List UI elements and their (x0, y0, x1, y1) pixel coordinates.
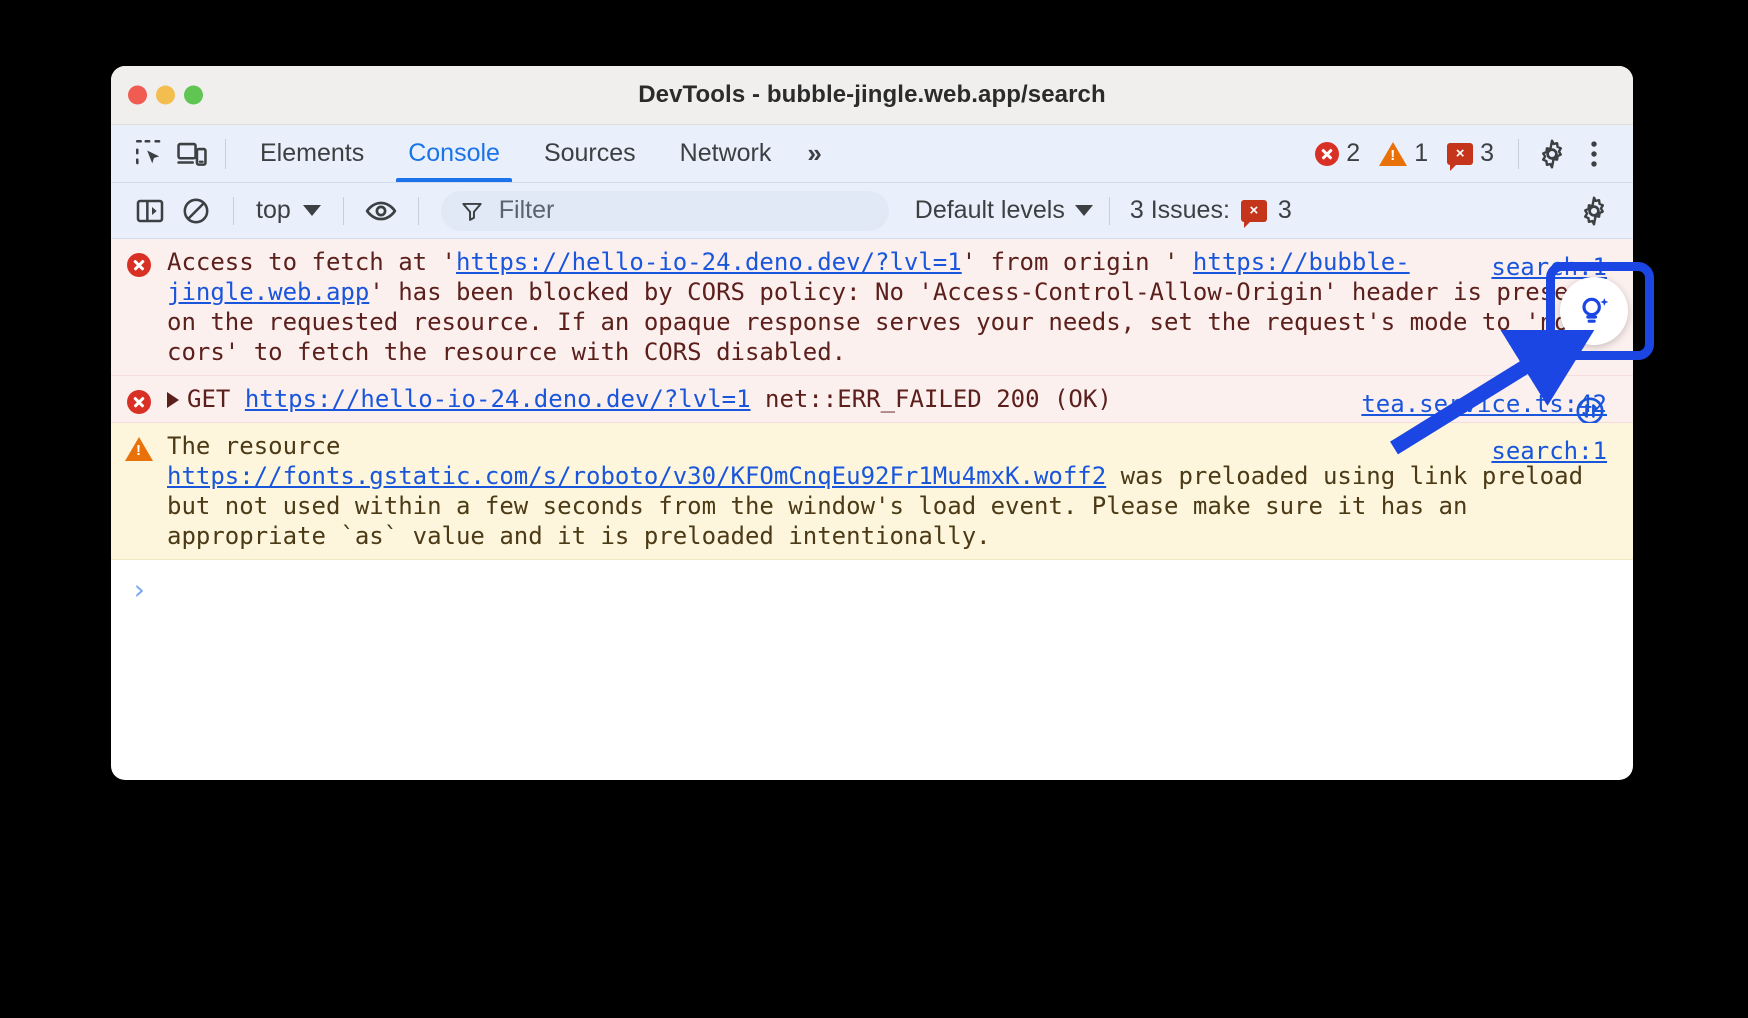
console-message-text: Access to fetch at 'https://hello-io-24.… (167, 247, 1633, 367)
console-toolbar-divider-2 (343, 197, 344, 225)
tab-network[interactable]: Network (658, 125, 794, 182)
tab-sources-label: Sources (544, 139, 636, 168)
console-message-text-3: The resource https://fonts.gstatic.com/s… (167, 431, 1633, 551)
issues-button-count: 3 (1278, 196, 1292, 225)
disclosure-triangle-icon[interactable] (167, 392, 179, 408)
tabbar-divider (225, 139, 226, 169)
console-message-get-failed[interactable]: GET https://hello-io-24.deno.dev/?lvl=1 … (111, 376, 1633, 423)
error-icon-wrap (111, 247, 167, 367)
device-toolbar-icon[interactable] (171, 133, 213, 175)
issue-badge-icon-toolbar: × (1241, 200, 1267, 222)
screenshot-stage: DevTools - bubble-jingle.web.app/search (0, 0, 1748, 1018)
msg2-source-link[interactable]: tea.service.ts:42 (1361, 390, 1607, 418)
tab-console[interactable]: Console (386, 125, 522, 182)
execution-context-selector[interactable]: top (250, 196, 327, 225)
error-circle-icon (1315, 142, 1339, 166)
msg1-text-mid: ' from origin ' (962, 248, 1179, 276)
tab-network-label: Network (680, 139, 772, 168)
issues-button-label: 3 Issues: (1130, 196, 1230, 225)
chevron-down-icon (303, 205, 321, 216)
minimize-window-button[interactable] (156, 86, 175, 105)
console-sidebar-icon[interactable] (129, 190, 171, 232)
chevron-down-icon-levels (1075, 205, 1093, 216)
msg3-source-link[interactable]: search:1 (1491, 437, 1607, 465)
maximize-window-button[interactable] (184, 86, 203, 105)
msg3-link-font-url[interactable]: https://fonts.gstatic.com/s/roboto/v30/K… (167, 462, 1106, 490)
log-level-selector[interactable]: Default levels (915, 196, 1093, 225)
error-circle-icon (127, 253, 151, 277)
window-title: DevTools - bubble-jingle.web.app/search (111, 81, 1633, 109)
tab-elements-label: Elements (260, 139, 364, 168)
tab-sources[interactable]: Sources (522, 125, 658, 182)
console-toolbar-divider-4 (1109, 197, 1110, 225)
warning-counter[interactable]: 1 (1379, 139, 1428, 168)
console-message-cors-error[interactable]: Access to fetch at 'https://hello-io-24.… (111, 239, 1633, 376)
error-counter[interactable]: 2 (1315, 139, 1360, 168)
error-count: 2 (1346, 139, 1360, 168)
console-message-list[interactable]: Access to fetch at 'https://hello-io-24.… (111, 239, 1633, 725)
console-message-preload-warning[interactable]: The resource https://fonts.gstatic.com/s… (111, 423, 1633, 560)
window-traffic-lights (128, 86, 203, 105)
msg1-link-request-url[interactable]: https://hello-io-24.deno.dev/?lvl=1 (456, 248, 962, 276)
panel-tabs: Elements Console Sources Network » (238, 125, 833, 182)
console-toolbar-divider-3 (418, 197, 419, 225)
msg1-text-before: Access to fetch at ' (167, 248, 456, 276)
error-circle-icon (127, 390, 151, 414)
warning-triangle-icon (1379, 142, 1407, 166)
issues-button[interactable]: 3 Issues: × 3 (1130, 196, 1292, 225)
devtools-tabbar: Elements Console Sources Network » 2 (111, 125, 1633, 183)
msg1-text-after: ' has been blocked by CORS policy: No 'A… (167, 278, 1612, 366)
console-toolbar-divider-1 (233, 197, 234, 225)
kebab-menu-icon[interactable] (1573, 133, 1615, 175)
tab-elements[interactable]: Elements (238, 125, 386, 182)
msg3-text-before: The resource (167, 432, 355, 460)
msg2-status: net::ERR_FAILED 200 (OK) (765, 385, 1112, 413)
issue-badge-icon: × (1447, 143, 1473, 165)
close-window-button[interactable] (128, 86, 147, 105)
issues-counter[interactable]: × 3 (1447, 139, 1494, 168)
eye-icon[interactable] (360, 190, 402, 232)
clear-console-icon[interactable] (175, 190, 217, 232)
issues-count: 3 (1480, 139, 1494, 168)
ask-ai-lightbulb-button[interactable] (1560, 277, 1628, 345)
tabbar-divider-right (1518, 139, 1519, 169)
filter-placeholder: Filter (499, 196, 555, 225)
warning-icon-wrap (111, 431, 167, 551)
gear-icon[interactable] (1531, 133, 1573, 175)
inspect-element-icon[interactable] (129, 133, 171, 175)
log-level-label: Default levels (915, 196, 1065, 225)
warning-count: 1 (1414, 139, 1428, 168)
msg2-method: GET (187, 385, 230, 413)
warning-triangle-icon (125, 437, 153, 461)
devtools-window: DevTools - bubble-jingle.web.app/search (111, 66, 1633, 780)
console-prompt-row[interactable]: › (111, 560, 1633, 604)
more-tabs-button[interactable]: » (793, 138, 832, 169)
console-toolbar: top Filter Default levels (111, 183, 1633, 239)
error-icon-wrap-2 (111, 384, 167, 414)
issue-counters: 2 1 × 3 (1315, 139, 1506, 168)
prompt-chevron-icon: › (111, 576, 167, 604)
console-settings-gear-icon[interactable] (1573, 190, 1615, 232)
execution-context-label: top (256, 196, 291, 225)
msg2-link-request-url[interactable]: https://hello-io-24.deno.dev/?lvl=1 (245, 385, 751, 413)
filter-input[interactable]: Filter (441, 191, 889, 231)
filter-icon (459, 198, 485, 224)
window-titlebar: DevTools - bubble-jingle.web.app/search (111, 66, 1633, 125)
tab-console-label: Console (408, 139, 500, 168)
